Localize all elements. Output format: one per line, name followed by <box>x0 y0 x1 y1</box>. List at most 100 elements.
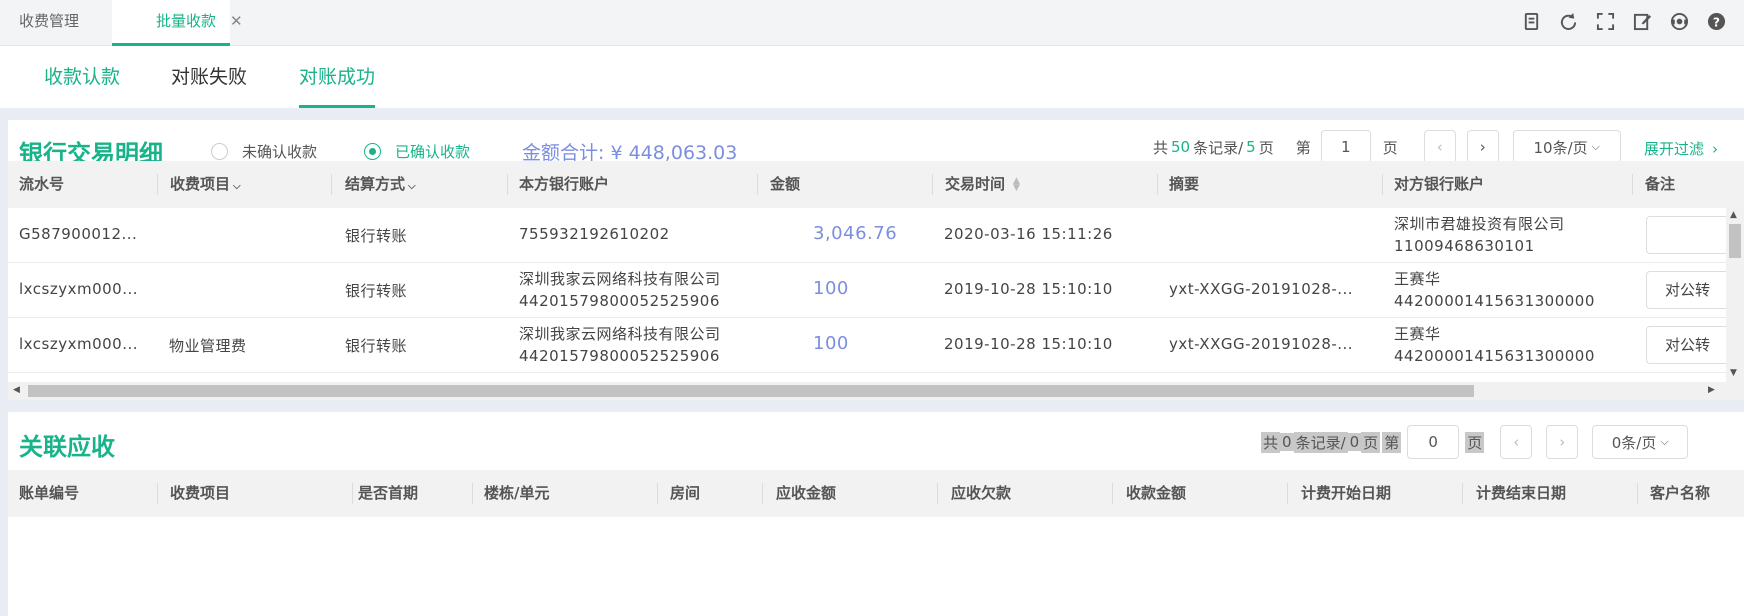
method-cell: 银行转账 <box>345 337 408 355</box>
radio-confirmed[interactable]: 已确认收款 <box>364 141 470 162</box>
own-account-name-cell: 深圳我家云网络科技有限公司 <box>519 325 721 343</box>
col-customer-name: 客户名称 <box>1650 484 1711 502</box>
pager-text: 第 <box>1295 138 1311 157</box>
record-count: 50 <box>1171 138 1191 156</box>
own-account-cell: 44201579800052525906 <box>519 292 720 310</box>
own-account-name-cell: 深圳我家云网络科技有限公司 <box>519 270 721 288</box>
chevron-down-icon: ⌵ <box>233 181 241 192</box>
scroll-up-icon[interactable]: ▲ <box>1730 210 1737 220</box>
sub-tabs: 收款认款 对账失败 对账成功 <box>0 46 1744 108</box>
column-divider <box>1157 174 1158 195</box>
radio-checked-icon <box>364 143 381 160</box>
serial-cell: lxcszyxm000... <box>19 280 139 298</box>
column-divider <box>932 174 933 195</box>
col-receivable-arrears: 应收欠款 <box>951 484 1012 502</box>
tab-collection-claim[interactable]: 收款认款 <box>44 46 120 108</box>
table-row[interactable]: lxcszyxm000... 银行转账 深圳我家云网络科技有限公司 442015… <box>8 263 1744 318</box>
tab-label: 对账失败 <box>171 66 248 88</box>
remark-input[interactable]: 对公转 <box>1646 326 1736 364</box>
table-row[interactable]: lxcszyxm000... 物业管理费 银行转账 深圳我家云网络科技有限公司 … <box>8 318 1744 373</box>
refresh-icon[interactable] <box>1559 12 1578 31</box>
amount-cell[interactable]: 100 <box>813 278 849 299</box>
scrollbar-thumb[interactable] <box>28 385 1474 397</box>
peer-account-cell: 11009468630101 <box>1394 237 1535 255</box>
amount-cell[interactable]: 3,046.76 <box>813 223 897 244</box>
amount-cell[interactable]: 100 <box>813 333 849 354</box>
next-page-button[interactable]: › <box>1546 425 1579 459</box>
tab-reconcile-success[interactable]: 对账成功 <box>299 46 376 108</box>
method-cell: 银行转账 <box>345 282 408 300</box>
column-divider <box>657 483 658 504</box>
chevron-down-icon: ⌵ <box>1591 140 1601 153</box>
prev-page-button[interactable]: ‹ <box>1500 425 1533 459</box>
page-number-input[interactable]: 1 <box>1320 130 1371 164</box>
col-billing-end: 计费结束日期 <box>1476 484 1567 502</box>
table-row[interactable]: G587900012... 银行转账 755932192610202 3,046… <box>8 208 1744 263</box>
col-serial: 流水号 <box>19 175 65 193</box>
column-divider <box>1462 483 1463 504</box>
col-fee-item[interactable]: 收费项目 ⌵ <box>170 161 241 208</box>
page-number-input[interactable]: 0 <box>1407 425 1460 459</box>
tab-label: 收费管理 <box>19 12 80 30</box>
fullscreen-icon[interactable] <box>1596 12 1615 31</box>
column-divider <box>757 174 758 195</box>
tab-reconcile-failed[interactable]: 对账失败 <box>171 46 247 108</box>
top-tab-bar: 收费管理 批量收款 ✕ ? <box>0 0 1744 46</box>
own-account-cell: 44201579800052525906 <box>519 347 720 365</box>
horizontal-scrollbar[interactable]: ◀ ▶ <box>8 382 1744 400</box>
column-divider <box>157 174 158 195</box>
close-icon[interactable]: ✕ <box>230 12 243 30</box>
serial-cell: G587900012... <box>19 225 138 243</box>
support-icon[interactable] <box>1670 12 1689 31</box>
scroll-left-icon[interactable]: ◀ <box>13 385 20 395</box>
page-size-select[interactable]: 0条/页 ⌵ <box>1592 425 1689 459</box>
scroll-right-icon[interactable]: ▶ <box>1708 385 1715 395</box>
help-icon[interactable]: ? <box>1707 12 1726 31</box>
tab-batch-collection-label[interactable]: 批量收款 ✕ <box>156 0 243 46</box>
remark-input[interactable]: 对公转 <box>1646 271 1736 309</box>
col-settlement[interactable]: 结算方式 ⌵ <box>345 161 416 208</box>
col-billing-start: 计费开始日期 <box>1301 484 1392 502</box>
tab-fee-management[interactable]: 收费管理 <box>19 0 79 46</box>
col-trade-time[interactable]: 交易时间 ▲ ▼ <box>945 161 1020 208</box>
toolbar-icons: ? <box>1522 12 1726 31</box>
page-size-select[interactable]: 10条/页 ⌵ <box>1512 130 1621 164</box>
edit-icon[interactable] <box>1633 12 1652 31</box>
document-icon[interactable] <box>1522 12 1541 31</box>
next-page-button[interactable]: › <box>1466 130 1499 164</box>
page-size-label: 10条/页 <box>1533 138 1588 157</box>
pager-text: 共 <box>1261 431 1281 453</box>
pager-text: 页 <box>1465 431 1485 453</box>
peer-name-cell: 王赛华 <box>1394 270 1441 288</box>
col-own-account: 本方银行账户 <box>519 175 610 193</box>
summary-cell: yxt-XXGG-20191028-... <box>1169 335 1354 353</box>
pager-text: 页 <box>1258 138 1274 157</box>
peer-name-cell: 王赛华 <box>1394 325 1441 343</box>
remark-input[interactable] <box>1646 216 1736 254</box>
scroll-down-icon[interactable]: ▼ <box>1730 368 1737 378</box>
col-peer-account: 对方银行账户 <box>1394 175 1485 193</box>
col-first-period: 是否首期 <box>358 484 419 502</box>
method-cell: 银行转账 <box>345 227 408 245</box>
column-divider <box>1382 174 1383 195</box>
pager-text: 条记录/ <box>1193 138 1244 157</box>
col-room: 房间 <box>670 484 701 502</box>
serial-cell: lxcszyxm000... <box>19 335 139 353</box>
prev-page-button[interactable]: ‹ <box>1423 130 1456 164</box>
chevron-down-icon: ⌵ <box>408 181 416 192</box>
column-divider <box>1632 174 1633 195</box>
vertical-scrollbar[interactable]: ▲ ▼ <box>1726 208 1744 382</box>
pager-text: 第 <box>1382 431 1402 453</box>
pager-text: 条记录/ <box>1293 431 1348 453</box>
column-divider <box>157 483 158 504</box>
scrollbar-thumb[interactable] <box>1729 224 1741 258</box>
radio-unconfirmed[interactable]: 未确认收款 <box>211 141 317 162</box>
col-amount: 金额 <box>770 175 801 193</box>
svg-text:?: ? <box>1713 15 1720 29</box>
bank-transaction-panel: 银行交易明细 未确认收款 已确认收款 金额合计: ¥ 448,063.03 共 … <box>8 120 1744 400</box>
expand-filter-link[interactable]: 展开过滤 › <box>1644 138 1718 159</box>
pagination: 共 50 条记录/ 5 页 第 1 页 ‹ › 10条/页 ⌵ <box>1153 130 1621 164</box>
link-label: 展开过滤 <box>1644 140 1705 158</box>
fee-item-cell: 物业管理费 <box>169 337 247 355</box>
sort-icon[interactable]: ▲ ▼ <box>1013 176 1020 192</box>
